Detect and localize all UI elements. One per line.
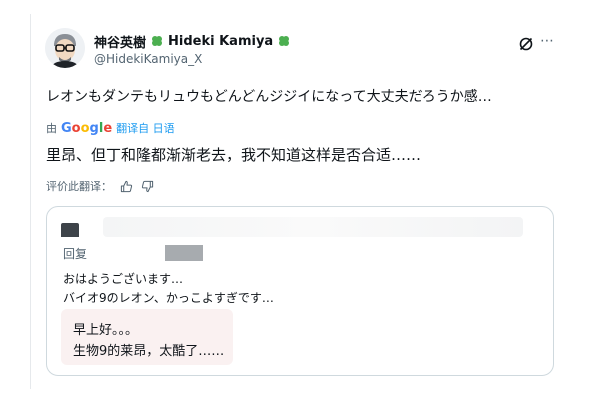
rate-translation-label: 评价此翻译：	[46, 180, 112, 193]
quoted-translation-box: 早上好。。。 生物9的莱昂，太酷了……	[61, 309, 233, 365]
thread-divider	[30, 14, 31, 389]
google-logo: Google	[61, 120, 113, 136]
four-leaf-clover-icon	[279, 36, 290, 46]
author-handle[interactable]: @HidekiKamiya_X	[94, 52, 202, 66]
quoted-avatar	[61, 223, 79, 237]
quoted-reply-label: 回复	[63, 247, 88, 261]
quoted-text-line-1: おはようございます…	[63, 272, 184, 286]
author-display-name-suffix[interactable]: Hideki Kamiya	[168, 34, 273, 49]
rate-translation-row: 评价此翻译：	[46, 178, 154, 194]
translation-attribution: 由 Google 翻译自 日语	[46, 120, 175, 136]
thumbs-up-icon[interactable]	[120, 180, 133, 193]
translate-by-label: 由	[46, 122, 57, 135]
post-original-text: レオンもダンテもリュウもどんどんジジイになって大丈夫だろうか感…	[46, 89, 492, 105]
quoted-text-line-2: バイオ9のレオン、かっこよすぎです…	[63, 291, 274, 305]
avatar-illustration-icon	[45, 28, 85, 68]
quoted-translation-line-1: 早上好。。。	[73, 323, 139, 338]
avatar[interactable]	[45, 28, 85, 68]
quoted-post-card[interactable]: 回复 おはようございます… バイオ9のレオン、かっこよすぎです… 早上好。。。 …	[46, 206, 554, 376]
author-display-name[interactable]: 神谷英樹	[94, 32, 146, 51]
quoted-translation-line-2: 生物9的莱昂，太酷了……	[73, 344, 225, 359]
translate-source-link[interactable]: 翻译自 日语	[116, 120, 175, 136]
post-translated-text: 里昂、但丁和隆都渐渐老去，我不知道这样是否合适……	[46, 146, 422, 164]
redacted-username	[165, 245, 203, 261]
post-card: 神谷英樹 Hideki Kamiya @HidekiKamiya_X ⋯ レオン…	[30, 14, 570, 389]
thumbs-down-icon[interactable]	[141, 180, 154, 193]
grok-slash-icon[interactable]	[518, 36, 534, 52]
more-icon[interactable]: ⋯	[540, 33, 555, 49]
quoted-header-blurred	[103, 217, 523, 237]
author-name-row[interactable]: 神谷英樹 Hideki Kamiya	[94, 32, 291, 51]
four-leaf-clover-icon	[152, 36, 163, 46]
